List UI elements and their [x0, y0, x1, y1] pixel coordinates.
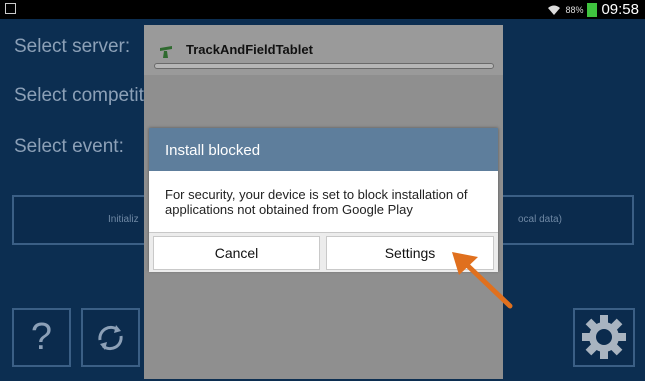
wifi-icon: [548, 5, 561, 15]
help-label: ?: [30, 316, 53, 358]
battery-icon: [587, 2, 598, 17]
dialog-header: Install blocked: [149, 128, 498, 171]
refresh-icon: [98, 325, 123, 351]
annotation-arrow-icon: [452, 252, 513, 309]
cancel-button[interactable]: Cancel: [153, 236, 320, 270]
dialog-title: Install blocked: [165, 142, 261, 159]
dialog-message: For security, your device is set to bloc…: [165, 187, 468, 217]
installer-header: TrackAndFieldTablet: [144, 25, 503, 75]
image-icon: [5, 3, 16, 14]
settings-gear-button[interactable]: [573, 308, 635, 367]
status-indicators: 88% 09:58: [547, 1, 639, 18]
gear-icon: [582, 315, 626, 359]
status-bar: 88% 09:58: [0, 0, 645, 19]
select-event-label[interactable]: Select event:: [14, 136, 124, 158]
installer-app-title: TrackAndFieldTablet: [186, 42, 313, 57]
select-server-label[interactable]: Select server:: [14, 36, 130, 58]
help-button[interactable]: ?: [12, 308, 71, 367]
local-data-label: ocal data): [518, 214, 562, 225]
select-competition-label[interactable]: Select competit: [14, 85, 144, 107]
app-icon: [160, 46, 172, 58]
battery-percent: 88%: [565, 4, 584, 15]
install-progress-bar: [154, 63, 494, 69]
initialize-label: Initializ: [108, 214, 139, 225]
clock: 09:58: [601, 1, 639, 18]
refresh-button[interactable]: [81, 308, 140, 367]
